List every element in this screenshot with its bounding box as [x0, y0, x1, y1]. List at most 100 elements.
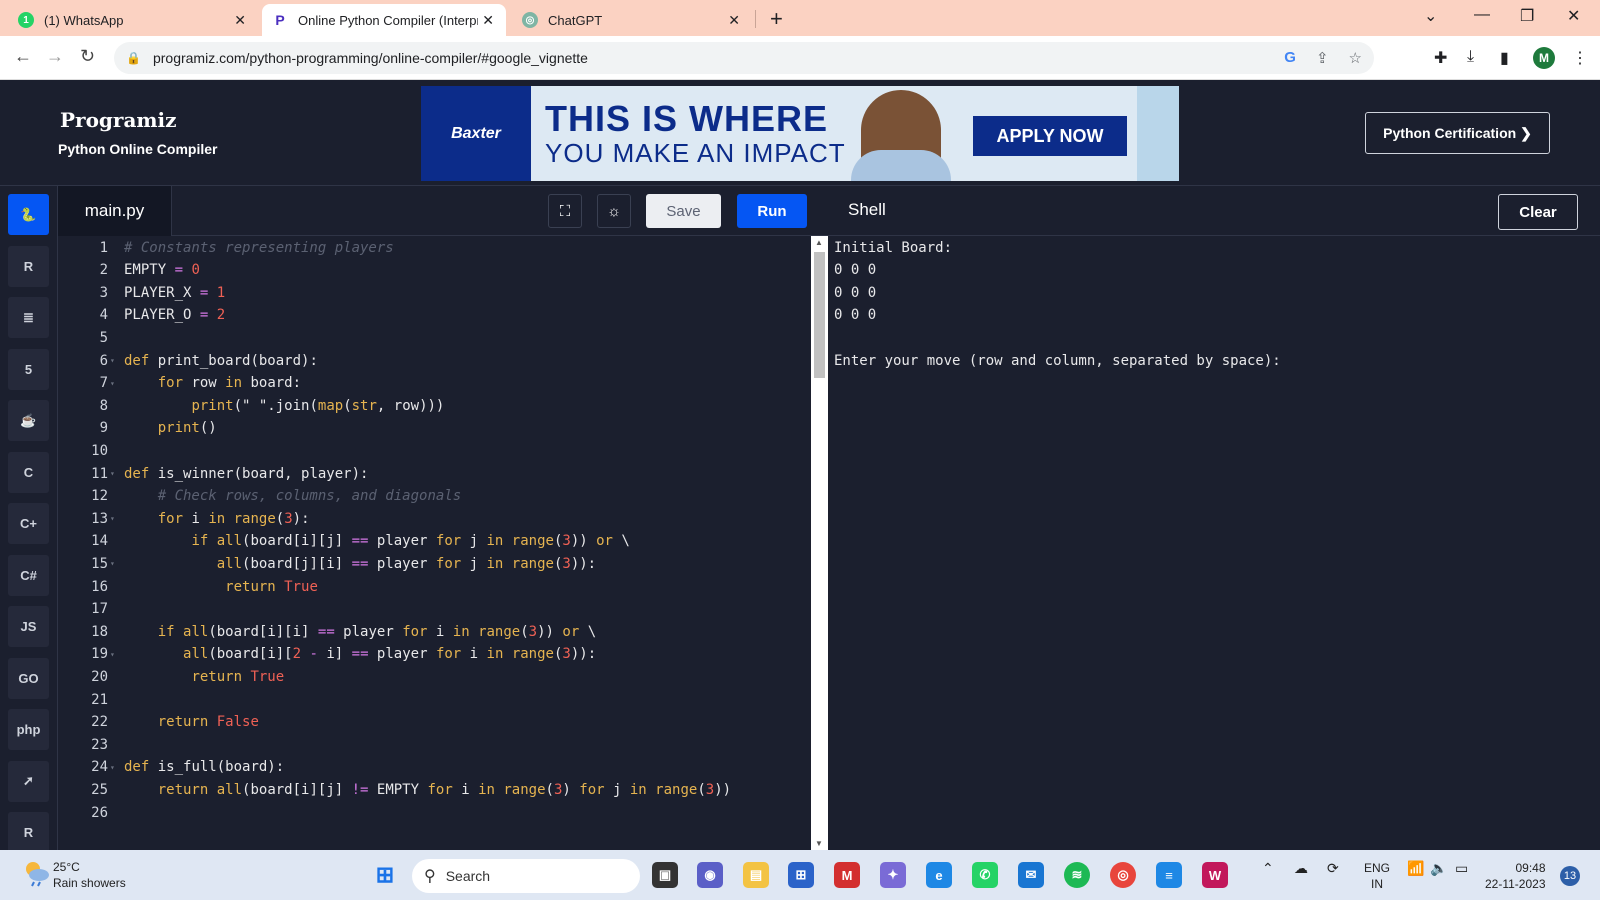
chrome-icon[interactable]: ◎	[1110, 862, 1136, 888]
code-line[interactable]: 8 print(" ".join(map(str, row)))	[58, 394, 811, 417]
programiz-logo[interactable]: Programiz	[60, 108, 177, 132]
clear-button[interactable]: Clear	[1498, 194, 1578, 230]
language-go-icon[interactable]: GO	[8, 657, 49, 699]
code-line[interactable]: 25 return all(board[i][j] != EMPTY for i…	[58, 778, 811, 801]
code-line[interactable]: 21	[58, 688, 811, 711]
tab-chatgpt[interactable]: ◎ ChatGPT ✕	[512, 4, 752, 36]
close-tab-icon[interactable]: ✕	[728, 12, 740, 29]
google-icon[interactable]: G	[1284, 49, 1296, 67]
download-icon[interactable]: ⤓	[1467, 48, 1474, 66]
system-clock[interactable]: 09:48 22-11-2023	[1485, 860, 1546, 892]
sync-icon[interactable]: ⟳	[1327, 860, 1339, 877]
weather-widget[interactable]: 25°C Rain showers	[53, 859, 126, 891]
menu-icon[interactable]: ⋮	[1572, 48, 1588, 68]
code-line[interactable]: 26	[58, 801, 811, 824]
extensions-icon[interactable]: ✚	[1434, 48, 1447, 68]
window-close-icon[interactable]: ✕	[1567, 6, 1580, 26]
language-c-icon[interactable]: C	[8, 451, 49, 493]
windows-start-icon[interactable]: ⊞	[372, 862, 398, 888]
fullscreen-icon[interactable]: ⛶	[548, 194, 582, 228]
notification-badge[interactable]: 13	[1560, 866, 1580, 886]
copilot-icon[interactable]: ✦	[880, 862, 906, 888]
url-bar[interactable]: 🔒 programiz.com/python-programming/onlin…	[114, 42, 1374, 74]
battery-icon[interactable]: ▭	[1455, 860, 1468, 877]
teams-chat-icon[interactable]: ◉	[697, 862, 723, 888]
code-line[interactable]: 5	[58, 326, 811, 349]
scrollbar-thumb[interactable]	[814, 252, 825, 378]
language-sql-icon[interactable]: ≣	[8, 297, 49, 338]
notepad-icon[interactable]: ≡	[1156, 862, 1182, 888]
ad-banner[interactable]: Baxter THIS IS WHERE YOU MAKE AN IMPACT …	[421, 86, 1179, 181]
language-html-icon[interactable]: 5	[8, 348, 49, 390]
code-line[interactable]: 4 PLAYER_O = 2	[58, 304, 811, 327]
back-icon[interactable]: ←	[14, 46, 32, 67]
tab-search-icon[interactable]: ⌄	[1424, 6, 1437, 26]
code-line[interactable]: 18 if all(board[i][i] == player for i in…	[58, 620, 811, 643]
spotify-icon[interactable]: ≋	[1064, 862, 1090, 888]
code-line[interactable]: 11 ▾ def is_winner(board, player):	[58, 462, 811, 485]
code-line[interactable]: 1 # Constants representing players	[58, 236, 811, 259]
tab-whatsapp[interactable]: 1 (1) WhatsApp ✕	[8, 4, 258, 36]
language-java-icon[interactable]: ☕	[8, 400, 49, 441]
code-line[interactable]: 19 ▾ all(board[i][2 - i] == player for i …	[58, 643, 811, 666]
fold-arrow-icon[interactable]: ▾	[110, 379, 116, 388]
code-line[interactable]: 9 print()	[58, 417, 811, 440]
whatsapp-taskbar-icon[interactable]: ✆	[972, 862, 998, 888]
language-swift-icon[interactable]: ➚	[8, 760, 49, 802]
forward-icon[interactable]: →	[46, 46, 64, 67]
scroll-up-icon[interactable]: ▲	[815, 238, 823, 247]
code-line[interactable]: 16 return True	[58, 575, 811, 598]
app-icon[interactable]: W	[1202, 862, 1228, 888]
scroll-down-icon[interactable]: ▼	[815, 839, 823, 848]
code-line[interactable]: 20 return True	[58, 665, 811, 688]
edge-icon[interactable]: e	[926, 862, 952, 888]
code-line[interactable]: 3 PLAYER_X = 1	[58, 281, 811, 304]
store-icon[interactable]: ⊞	[788, 862, 814, 888]
language-csharp-icon[interactable]: C#	[8, 554, 49, 596]
language-indicator[interactable]: ENG IN	[1364, 860, 1390, 892]
code-line[interactable]: 12 # Check rows, columns, and diagonals	[58, 485, 811, 508]
code-line[interactable]: 22 return False	[58, 711, 811, 734]
mcafee-icon[interactable]: M	[834, 862, 860, 888]
onedrive-icon[interactable]: ☁	[1294, 860, 1308, 877]
minimize-icon[interactable]: —	[1474, 6, 1490, 24]
bookmark-star-icon[interactable]: ☆	[1349, 49, 1362, 67]
side-panel-icon[interactable]: ▮	[1500, 48, 1509, 68]
editor-scrollbar[interactable]: ▲ ▼	[811, 236, 828, 850]
weather-icon[interactable]	[22, 858, 52, 888]
close-tab-icon[interactable]: ✕	[482, 12, 494, 29]
wifi-icon[interactable]: 📶	[1407, 860, 1424, 877]
reload-icon[interactable]: ↻	[80, 46, 95, 67]
code-line[interactable]: 2 EMPTY = 0	[58, 259, 811, 282]
language-cpp-icon[interactable]: C+	[8, 503, 49, 544]
code-line[interactable]: 24 ▾ def is_full(board):	[58, 756, 811, 779]
sun-icon[interactable]: ☼	[597, 194, 631, 228]
restore-icon[interactable]: ❐	[1520, 6, 1534, 26]
fold-arrow-icon[interactable]: ▾	[110, 559, 116, 568]
tray-overflow-icon[interactable]: ⌃	[1262, 860, 1274, 877]
task-view-icon[interactable]: ▣	[652, 862, 678, 888]
code-line[interactable]: 23	[58, 733, 811, 756]
code-line[interactable]: 13 ▾ for i in range(3):	[58, 507, 811, 530]
code-line[interactable]: 15 ▾ all(board[j][i] == player for j in r…	[58, 552, 811, 575]
fold-arrow-icon[interactable]: ▾	[110, 469, 116, 478]
code-editor[interactable]: 1 # Constants representing players 2 EMPTY …	[58, 236, 811, 850]
code-line[interactable]: 17	[58, 598, 811, 621]
new-tab-icon[interactable]: +	[770, 6, 783, 32]
file-tab-main-py[interactable]: main.py	[58, 186, 172, 236]
file-explorer-icon[interactable]: ▤	[743, 862, 769, 888]
python-certification-button[interactable]: Python Certification ❯	[1365, 112, 1550, 154]
shell-output[interactable]: Initial Board: 0 0 0 0 0 0 0 0 0 Enter your …	[828, 236, 1600, 850]
save-button[interactable]: Save	[646, 194, 721, 228]
profile-avatar[interactable]: M	[1533, 47, 1555, 69]
language-rust-icon[interactable]: R	[8, 812, 49, 853]
mail-icon[interactable]: ✉	[1018, 862, 1044, 888]
code-line[interactable]: 6 ▾ def print_board(board):	[58, 349, 811, 372]
language-php-icon[interactable]: php	[8, 709, 49, 750]
run-button[interactable]: Run	[737, 194, 807, 228]
code-line[interactable]: 7 ▾ for row in board:	[58, 372, 811, 395]
fold-arrow-icon[interactable]: ▾	[110, 356, 116, 365]
fold-arrow-icon[interactable]: ▾	[110, 763, 116, 772]
ad-apply-button[interactable]: APPLY NOW	[973, 116, 1127, 156]
fold-arrow-icon[interactable]: ▾	[110, 514, 116, 523]
